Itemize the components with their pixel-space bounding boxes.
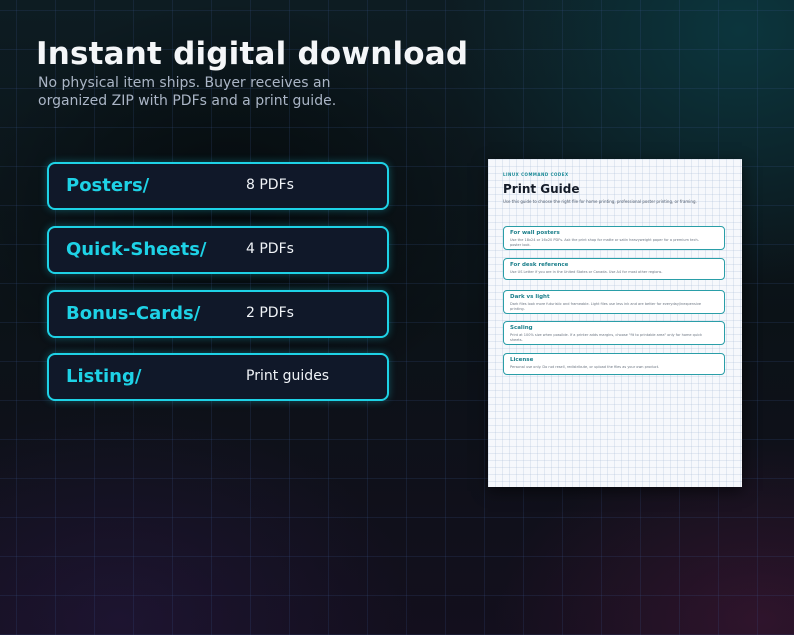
section-title: Scaling [510,325,533,331]
section-title: License [510,357,534,363]
guide-section-scaling: Scaling Print at 100% size when possible… [503,321,725,345]
folder-card-quick-sheets: Quick-Sheets/ 4 PDFs [47,226,389,274]
section-title: Dark vs light [510,294,550,300]
page-subtitle: No physical item ships. Buyer receives a… [38,75,337,109]
guide-section-wall-posters: For wall posters Use the 18x24 or 16x20 … [503,226,725,250]
page-title: Instant digital download [36,36,469,72]
folder-name: Posters/ [66,175,150,196]
print-guide-preview: LINUX COMMAND CODEX Print Guide Use this… [488,159,742,487]
guide-section-license: License Personal use only. Do not resell… [503,353,725,375]
folder-name: Listing/ [66,366,142,387]
section-body: Use US Letter if you are in the United S… [510,270,663,274]
section-body: Dark files look more futuristic and fram… [510,302,702,311]
section-body: Use the 18x24 or 16x20 PDFs. Ask the pri… [510,238,699,247]
guide-title: Print Guide [503,182,580,196]
section-body: Personal use only. Do not resell, redist… [510,365,660,369]
guide-intro: Use this guide to choose the right file … [503,199,697,204]
folder-count: Print guides [246,368,330,384]
folder-count: 4 PDFs [246,241,294,257]
folder-card-posters: Posters/ 8 PDFs [47,162,389,210]
folder-card-listing: Listing/ Print guides [47,353,389,401]
section-body: Print at 100% size when possible. If a p… [510,333,703,342]
section-title: For wall posters [510,230,560,236]
folder-name: Bonus-Cards/ [66,303,201,324]
folder-count: 2 PDFs [246,305,294,321]
folder-card-bonus-cards: Bonus-Cards/ 2 PDFs [47,290,389,338]
guide-brand: LINUX COMMAND CODEX [503,172,569,177]
folder-name: Quick-Sheets/ [66,239,207,260]
guide-section-dark-vs-light: Dark vs light Dark files look more futur… [503,290,725,314]
section-title: For desk reference [510,262,569,268]
guide-section-desk-reference: For desk reference Use US Letter if you … [503,258,725,280]
folder-count: 8 PDFs [246,177,294,193]
